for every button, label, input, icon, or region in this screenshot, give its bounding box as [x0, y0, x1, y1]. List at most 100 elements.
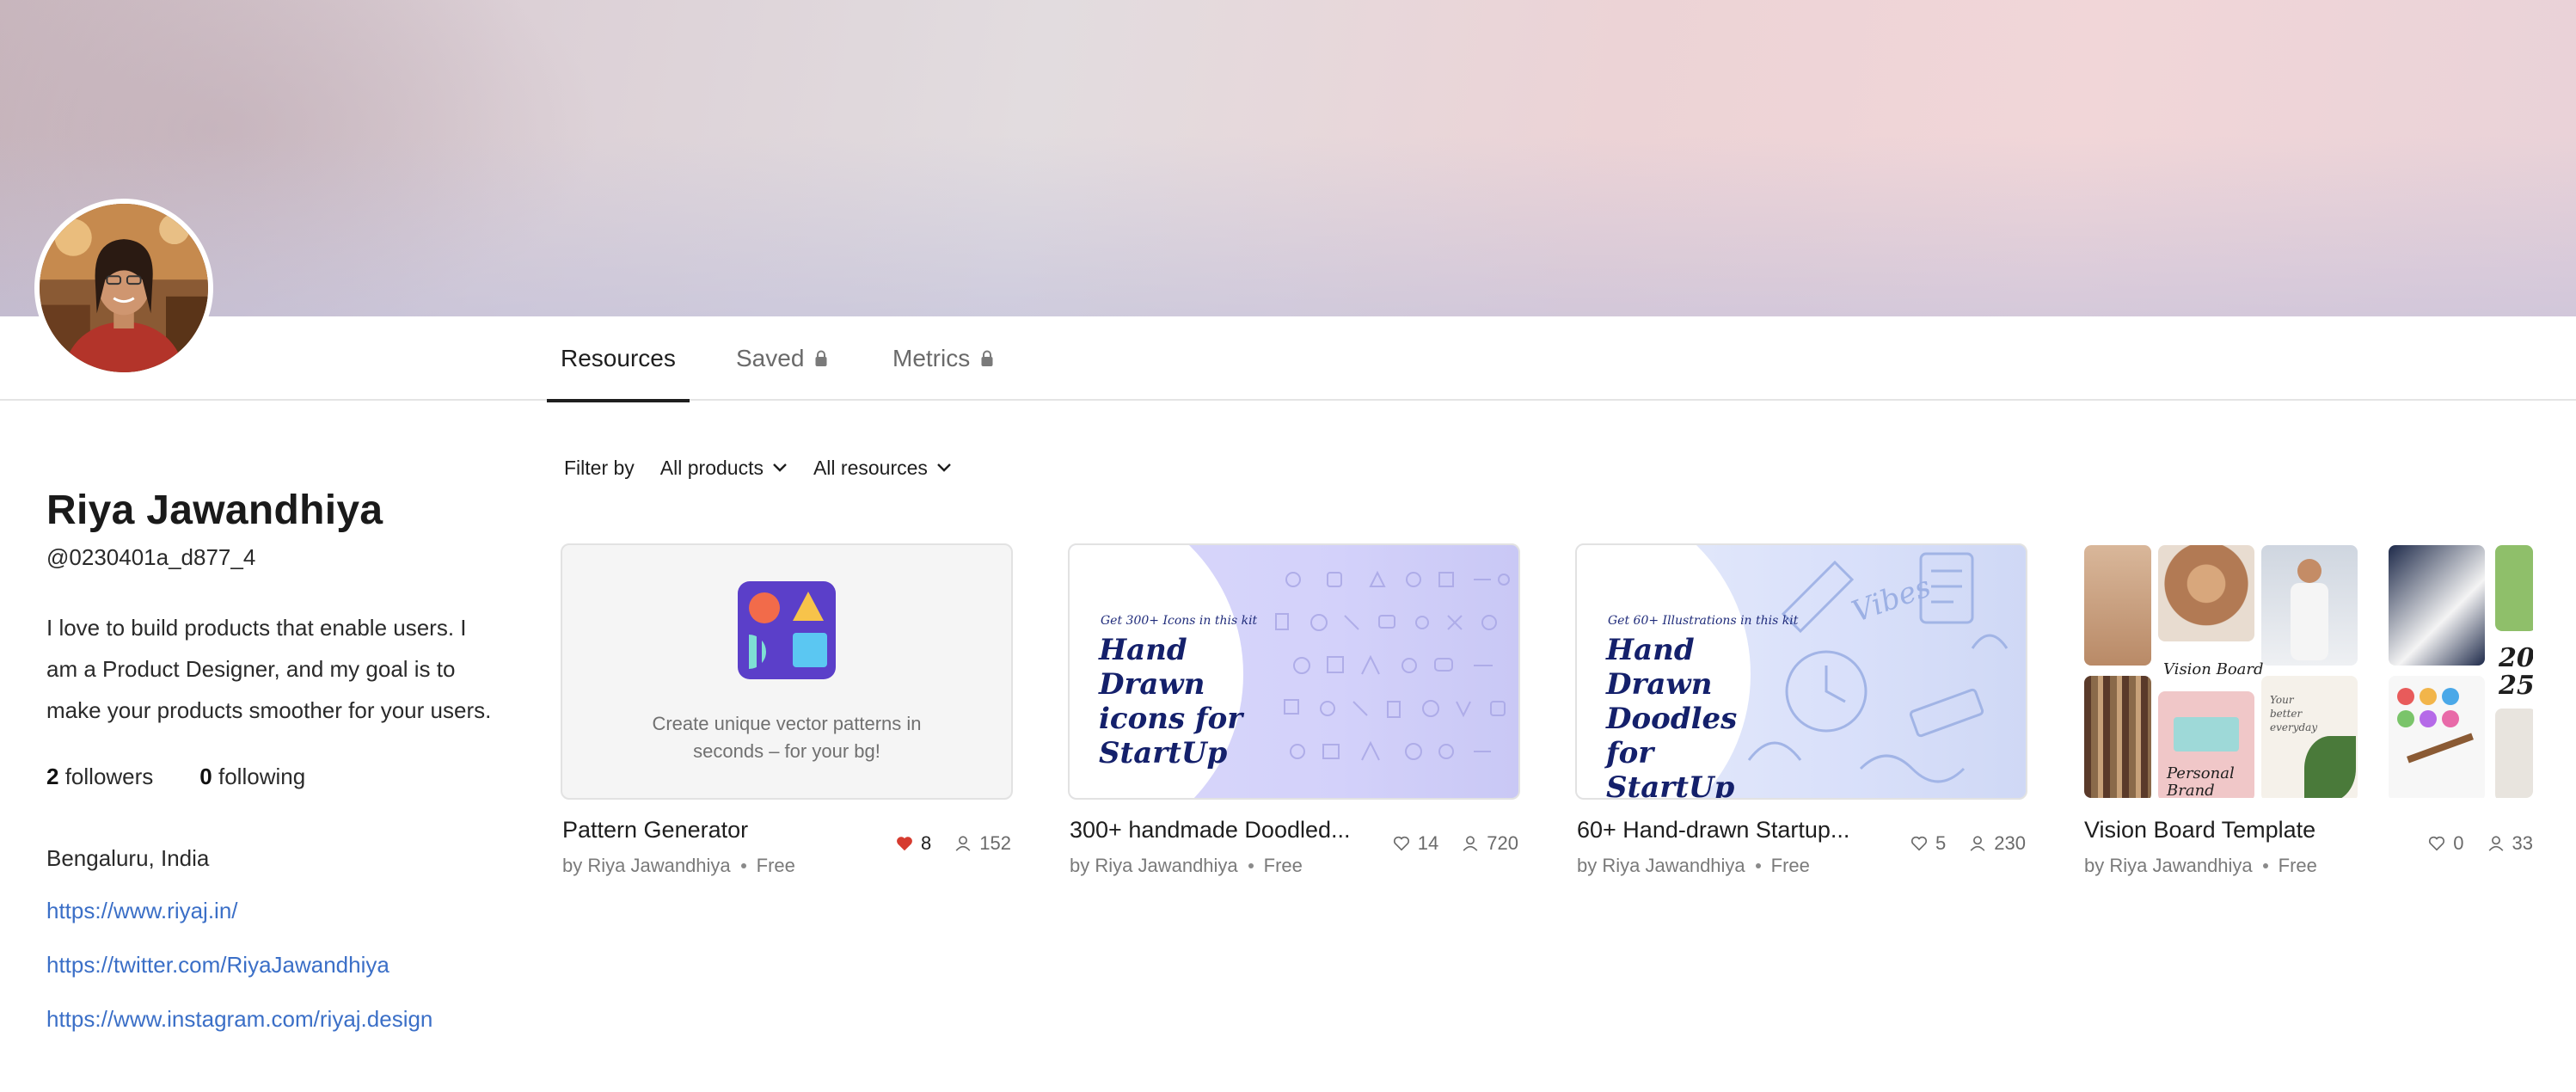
- card-stats: 5 230: [1910, 832, 2026, 855]
- card-meta: Vision Board Template by Riya Jawandhiya…: [2082, 800, 2535, 886]
- website-link[interactable]: https://www.riyaj.in/: [46, 898, 494, 924]
- vision-board-label: Vision Board: [2163, 660, 2264, 678]
- resource-card-pattern-generator[interactable]: Create unique vector patterns in seconds…: [561, 543, 1013, 886]
- card-thumbnail[interactable]: Create unique vector patterns in seconds…: [561, 543, 1013, 800]
- lock-icon: [815, 350, 827, 366]
- photo-tile: [2261, 545, 2358, 666]
- card-price: Free: [1263, 855, 1303, 876]
- like-button[interactable]: 8: [895, 832, 931, 855]
- card-thumbnail[interactable]: Get 300+ Icons in this kit Hand Drawn ic…: [1068, 543, 1520, 800]
- separator-dot: [740, 863, 746, 868]
- photo-tile: [2495, 545, 2533, 631]
- photo-tile: [2389, 545, 2485, 666]
- photo-tile: [2495, 709, 2533, 798]
- card-author[interactable]: by Riya Jawandhiya: [562, 855, 731, 877]
- resource-card-doodled-icons[interactable]: Get 300+ Icons in this kit Hand Drawn ic…: [1068, 543, 1520, 886]
- card-author[interactable]: by Riya Jawandhiya: [1070, 855, 1238, 877]
- heart-icon: [1393, 836, 1409, 851]
- kit-heading: Hand Drawn Doodles for StartUp: [1606, 633, 1738, 800]
- card-author[interactable]: by Riya Jawandhiya: [1577, 855, 1745, 877]
- user-count: 230: [1994, 832, 2026, 854]
- following-label: following: [218, 764, 306, 789]
- separator-dot: [1248, 863, 1254, 868]
- card-stats: 8 152: [895, 832, 1011, 855]
- followers-link[interactable]: 2 followers: [46, 764, 153, 790]
- note-text: Your better everyday: [2270, 694, 2318, 733]
- user-icon: [1463, 836, 1478, 851]
- tab-resources[interactable]: Resources: [547, 316, 690, 402]
- card-price: Free: [756, 855, 795, 876]
- twitter-link[interactable]: https://twitter.com/RiyaJawandhiya: [46, 952, 494, 979]
- heart-icon: [1911, 836, 1928, 851]
- like-count: 0: [2453, 832, 2464, 854]
- lock-icon: [981, 350, 993, 366]
- photo-tile: [2158, 545, 2254, 641]
- card-byline: by Riya Jawandhiya Free: [2084, 855, 2317, 877]
- user-count: 33: [2512, 832, 2533, 854]
- dropdown-label: All products: [659, 456, 764, 479]
- card-title[interactable]: 60+ Hand-drawn Startup...: [1577, 817, 1861, 844]
- card-stats: 0 33: [2427, 832, 2533, 855]
- heart-filled-icon: [897, 837, 912, 851]
- card-meta: 60+ Hand-drawn Startup... by Riya Jawand…: [1575, 800, 2027, 886]
- user-icon: [2488, 836, 2503, 851]
- avatar[interactable]: [34, 199, 213, 377]
- card-byline: by Riya Jawandhiya Free: [1577, 855, 1810, 877]
- resources-dropdown[interactable]: All resources: [813, 457, 952, 480]
- tab-metrics[interactable]: Metrics: [892, 316, 994, 401]
- like-button[interactable]: 5: [1910, 832, 1946, 855]
- cover-banner: [0, 0, 2576, 316]
- kit-heading: Hand Drawn icons for StartUp: [1099, 633, 1243, 770]
- chevron-down-icon: [937, 463, 951, 472]
- users-stat: 33: [2487, 832, 2533, 855]
- card-title[interactable]: Pattern Generator: [562, 817, 846, 844]
- tab-label: Resources: [561, 345, 676, 371]
- like-button[interactable]: 14: [1392, 832, 1438, 855]
- card-title[interactable]: 300+ handmade Doodled...: [1070, 817, 1353, 844]
- profile-handle: @0230401a_d877_4: [46, 544, 256, 570]
- kit-tagline: Get 300+ Icons in this kit: [1101, 614, 1258, 628]
- heart-icon: [2429, 836, 2445, 851]
- like-button[interactable]: 0: [2427, 832, 2464, 855]
- year-label: 20 25: [2499, 643, 2535, 701]
- card-thumbnail[interactable]: Vision Board Personal Brand Your better …: [2082, 543, 2535, 800]
- photo-tile: [2389, 676, 2485, 798]
- user-count: 152: [979, 832, 1011, 854]
- card-meta: Pattern Generator by Riya Jawandhiya Fre…: [561, 800, 1013, 886]
- instagram-link[interactable]: https://www.instagram.com/riyaj.design: [46, 1006, 494, 1033]
- follow-stats: 2 followers 0 following: [46, 764, 494, 790]
- card-title[interactable]: Vision Board Template: [2084, 817, 2368, 844]
- profile-sidebar: Riya Jawandhiya @0230401a_d877_4 I love …: [46, 487, 494, 1033]
- profile-name: Riya Jawandhiya: [46, 488, 383, 533]
- card-author[interactable]: by Riya Jawandhiya: [2084, 855, 2253, 877]
- pattern-generator-logo-icon: [738, 581, 836, 679]
- resource-card-vision-board[interactable]: Vision Board Personal Brand Your better …: [2082, 543, 2535, 886]
- resource-card-startup-doodles[interactable]: Vibes Get 60+ Illustrations in this kit …: [1575, 543, 2027, 886]
- user-icon: [955, 836, 971, 851]
- filter-label: Filter by: [564, 456, 635, 479]
- user-icon: [1970, 836, 1985, 851]
- like-count: 14: [1417, 832, 1439, 854]
- card-byline: by Riya Jawandhiya Free: [1070, 855, 1303, 877]
- filter-bar: Filter by All products All resources: [564, 454, 978, 482]
- photo-tile: Your better everyday: [2261, 676, 2358, 798]
- card-meta: 300+ handmade Doodled... by Riya Jawandh…: [1068, 800, 1520, 886]
- card-stats: 14 720: [1392, 832, 1518, 855]
- kit-tagline: Get 60+ Illustrations in this kit: [1608, 614, 1799, 628]
- separator-dot: [1755, 863, 1761, 868]
- tab-label: Saved: [736, 345, 805, 371]
- following-link[interactable]: 0 following: [199, 764, 305, 790]
- products-dropdown[interactable]: All products: [660, 457, 788, 480]
- like-count: 5: [1935, 832, 1947, 854]
- like-count: 8: [921, 832, 932, 854]
- card-price: Free: [1770, 855, 1810, 876]
- tab-saved[interactable]: Saved: [736, 316, 828, 401]
- tab-bar: Resources Saved Metrics: [0, 316, 2576, 402]
- personal-brand-label: Personal Brand: [2167, 764, 2235, 800]
- users-stat: 152: [954, 832, 1011, 855]
- user-count: 720: [1487, 832, 1518, 854]
- profile-location: Bengaluru, India: [46, 845, 210, 871]
- avatar-photo: [40, 204, 208, 372]
- card-thumbnail[interactable]: Vibes Get 60+ Illustrations in this kit …: [1575, 543, 2027, 800]
- card-byline: by Riya Jawandhiya Free: [562, 855, 795, 877]
